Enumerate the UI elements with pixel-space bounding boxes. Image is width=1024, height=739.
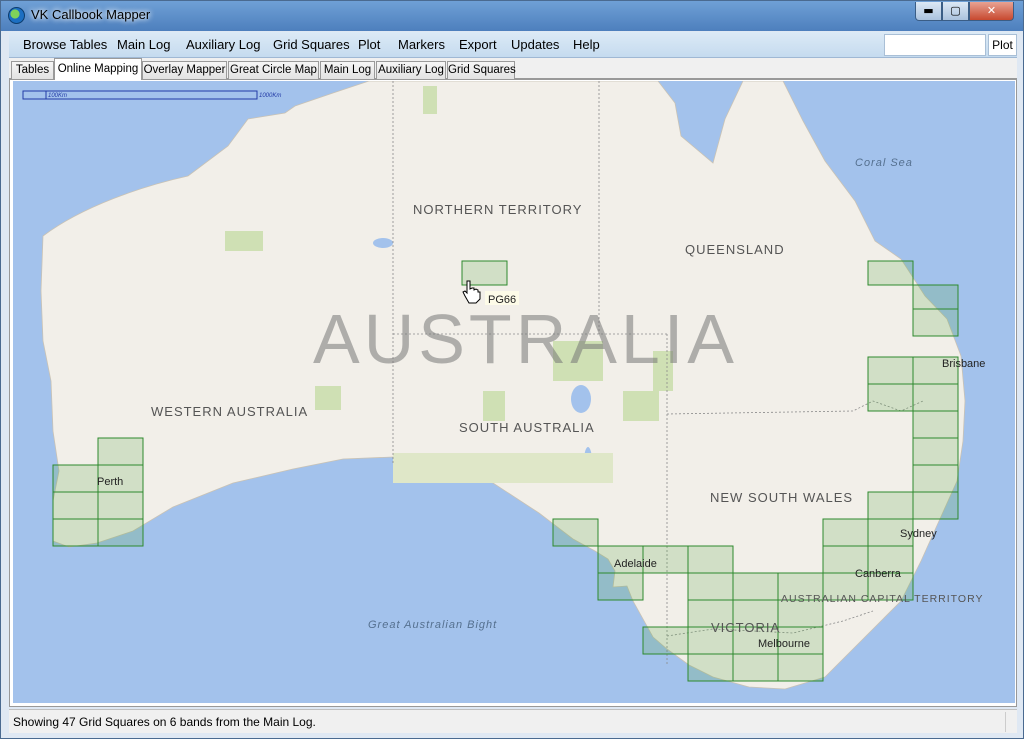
grid-square[interactable] [822, 518, 869, 547]
tab-grid-squares[interactable]: Grid Squares [447, 61, 516, 79]
scale-label-small: 100Km [48, 93, 67, 99]
grid-square[interactable] [687, 545, 734, 574]
grid-square[interactable] [912, 491, 959, 520]
grid-square[interactable] [867, 491, 914, 520]
menu-bar: Browse Tables Main Log Auxiliary Log Gri… [9, 32, 1017, 58]
lake-eyre [571, 385, 591, 413]
grid-square[interactable] [912, 464, 959, 493]
lake-amadeus [373, 238, 393, 248]
grid-square[interactable] [867, 356, 914, 385]
park-area [393, 453, 613, 483]
grid-square[interactable] [52, 518, 99, 547]
grid-square[interactable] [912, 410, 959, 439]
label-new-south-wales: NEW SOUTH WALES [710, 490, 853, 505]
label-victoria: VICTORIA [711, 620, 780, 635]
label-western-australia: WESTERN AUSTRALIA [151, 404, 308, 419]
park-area [315, 386, 341, 410]
park-area [483, 391, 505, 421]
grid-square[interactable] [552, 518, 599, 547]
map-view[interactable]: AUSTRALIA NORTHERN TERRITORY QUEENSLAND … [13, 80, 1015, 703]
window-title: VK Callbook Mapper [31, 7, 151, 22]
grid-square[interactable] [687, 572, 734, 601]
status-text: Showing 47 Grid Squares on 6 bands from … [13, 715, 316, 729]
menu-plot[interactable]: Plot [358, 37, 380, 52]
grid-square[interactable] [97, 491, 144, 520]
tab-strip: Tables Online Mapping Overlay Mapper Gre… [9, 58, 1017, 80]
park-area [623, 391, 659, 421]
status-bar: Showing 47 Grid Squares on 6 bands from … [9, 709, 1017, 733]
park-area [423, 86, 437, 114]
scale-bar: 100Km 1000Km [22, 90, 281, 100]
menu-grid-squares[interactable]: Grid Squares [273, 37, 350, 52]
label-south-australia: SOUTH AUSTRALIA [459, 420, 595, 435]
globe-icon [8, 7, 25, 24]
menu-main-log[interactable]: Main Log [117, 37, 170, 52]
plot-input[interactable] [884, 34, 986, 56]
menu-markers[interactable]: Markers [398, 37, 445, 52]
menu-help[interactable]: Help [573, 37, 600, 52]
grid-square[interactable] [732, 572, 779, 601]
country-watermark: AUSTRALIA [313, 300, 738, 378]
minimize-button[interactable]: ▬ [915, 2, 942, 21]
resize-grip-icon[interactable] [1005, 712, 1017, 732]
close-button[interactable]: ✕ [969, 2, 1014, 21]
menu-updates[interactable]: Updates [511, 37, 559, 52]
grid-square[interactable] [867, 383, 914, 412]
tab-online-mapping[interactable]: Online Mapping [54, 58, 142, 80]
label-perth: Perth [97, 476, 123, 488]
label-coral-sea: Coral Sea [855, 157, 913, 169]
plot-button[interactable]: Plot [988, 34, 1017, 56]
grid-square[interactable] [732, 653, 779, 682]
grid-square[interactable] [597, 572, 644, 601]
grid-square[interactable] [912, 383, 959, 412]
tab-auxiliary-log[interactable]: Auxiliary Log [376, 61, 446, 79]
grid-square[interactable] [777, 653, 824, 682]
tab-main-log[interactable]: Main Log [320, 61, 375, 79]
maximize-button[interactable]: ▢ [942, 2, 969, 21]
grid-square[interactable] [642, 626, 689, 655]
map-canvas[interactable]: AUSTRALIA NORTHERN TERRITORY QUEENSLAND … [13, 80, 1015, 703]
grid-square[interactable] [52, 491, 99, 520]
grid-square[interactable] [867, 260, 914, 286]
menu-export[interactable]: Export [459, 37, 497, 52]
label-brisbane: Brisbane [942, 358, 985, 370]
grid-square[interactable] [52, 464, 99, 493]
label-melbourne: Melbourne [758, 638, 810, 650]
tab-overlay-mapper[interactable]: Overlay Mapper [142, 61, 227, 79]
label-canberra: Canberra [855, 568, 902, 580]
tab-tables[interactable]: Tables [11, 61, 54, 79]
menu-browse-tables[interactable]: Browse Tables [23, 37, 107, 52]
park-area [225, 231, 263, 251]
grid-square[interactable] [912, 308, 959, 337]
app-window: VK Callbook Mapper ▬ ▢ ✕ Browse Tables M… [0, 0, 1024, 739]
grid-square[interactable] [912, 284, 959, 310]
menu-auxiliary-log[interactable]: Auxiliary Log [186, 37, 260, 52]
label-northern-territory: NORTHERN TERRITORY [413, 202, 582, 217]
grid-tooltip: PG66 [488, 294, 516, 306]
grid-square[interactable] [687, 653, 734, 682]
scale-label-large: 1000Km [259, 93, 281, 99]
grid-square[interactable] [97, 518, 144, 547]
grid-square[interactable] [912, 437, 959, 466]
title-bar[interactable]: VK Callbook Mapper ▬ ▢ ✕ [1, 1, 1023, 31]
label-great-australian-bight: Great Australian Bight [368, 619, 497, 631]
label-adelaide: Adelaide [614, 558, 657, 570]
label-queensland: QUEENSLAND [685, 242, 785, 257]
label-act: AUSTRALIAN CAPITAL TERRITORY [781, 593, 983, 605]
tab-great-circle-map[interactable]: Great Circle Map [228, 61, 319, 79]
label-sydney: Sydney [900, 528, 937, 540]
grid-square[interactable] [97, 437, 144, 466]
